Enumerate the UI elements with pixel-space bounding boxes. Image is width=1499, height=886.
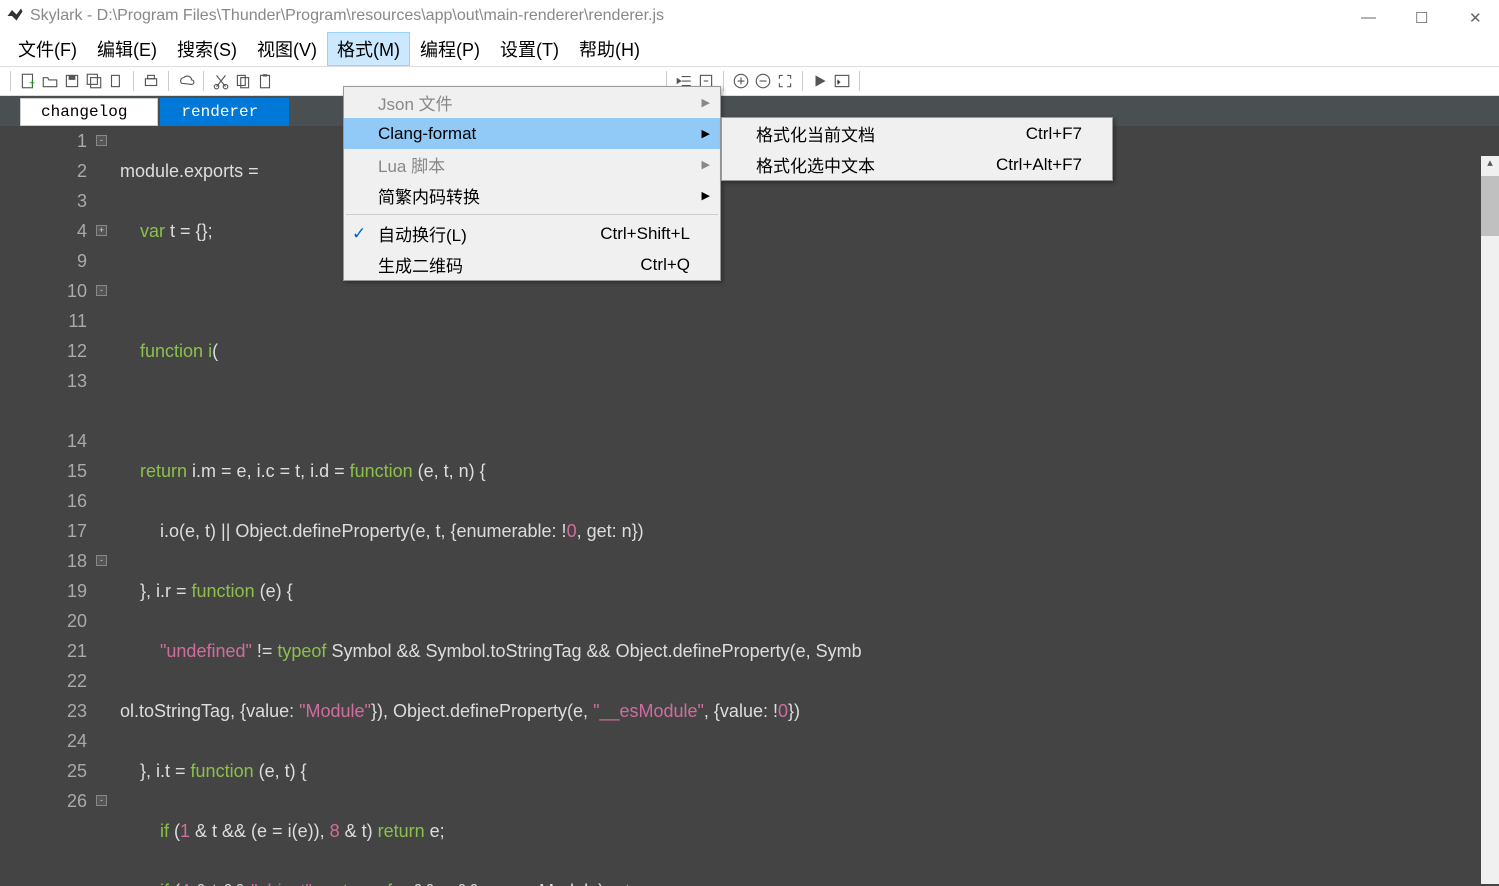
fullscreen-icon[interactable] <box>776 72 794 90</box>
menu-file[interactable]: 文件(F) <box>8 32 87 66</box>
menu-encoding-convert[interactable]: 简繁内码转换▶ <box>344 180 720 211</box>
zoom-out-icon[interactable] <box>754 72 772 90</box>
app-logo-icon <box>6 7 24 25</box>
code-area[interactable]: module.exports = var t = {}; function i(… <box>95 126 1499 886</box>
run-icon[interactable] <box>811 72 829 90</box>
menu-settings[interactable]: 设置(T) <box>490 32 569 66</box>
paste-icon[interactable] <box>256 72 274 90</box>
fold-marker[interactable]: - <box>96 795 107 806</box>
fold-marker[interactable]: - <box>96 285 107 296</box>
menu-word-wrap[interactable]: ✓自动换行(L)Ctrl+Shift+L <box>344 218 720 249</box>
vertical-scrollbar[interactable]: ▴ <box>1481 156 1499 884</box>
cut-icon[interactable] <box>212 72 230 90</box>
menu-edit[interactable]: 编辑(E) <box>87 32 167 66</box>
line-gutter: 1 2 3 4 9 10 11 12 13 14 15 16 17 18 19 … <box>0 126 95 886</box>
tab-changelog[interactable]: changelog <box>20 98 158 126</box>
window-buttons: — ☐ ✕ <box>1361 9 1493 23</box>
cloud-icon[interactable] <box>177 72 195 90</box>
window-title: Skylark - D:\Program Files\Thunder\Progr… <box>30 7 1361 25</box>
menu-view[interactable]: 视图(V) <box>247 32 327 66</box>
save-all-icon[interactable] <box>85 72 103 90</box>
fold-marker[interactable]: + <box>96 225 107 236</box>
menu-format-document[interactable]: 格式化当前文档Ctrl+F7 <box>722 118 1112 149</box>
maximize-button[interactable]: ☐ <box>1415 9 1429 23</box>
copy-icon[interactable] <box>107 72 125 90</box>
scroll-up-icon[interactable]: ▴ <box>1481 156 1499 174</box>
tab-renderer[interactable]: renderer <box>160 98 289 126</box>
new-file-icon[interactable]: + <box>19 72 37 90</box>
editor[interactable]: 1 2 3 4 9 10 11 12 13 14 15 16 17 18 19 … <box>0 126 1499 886</box>
menu-qrcode[interactable]: 生成二维码Ctrl+Q <box>344 249 720 280</box>
minimize-button[interactable]: — <box>1361 9 1375 23</box>
svg-text:+: + <box>29 79 35 90</box>
save-icon[interactable] <box>63 72 81 90</box>
menu-clang-format[interactable]: Clang-format▶ <box>344 118 720 149</box>
format-menu-dropdown: Json 文件▶ Clang-format▶ Lua 脚本▶ 简繁内码转换▶ ✓… <box>343 86 721 281</box>
print-icon[interactable] <box>142 72 160 90</box>
clang-format-submenu: 格式化当前文档Ctrl+F7 格式化选中文本Ctrl+Alt+F7 <box>721 117 1113 181</box>
close-button[interactable]: ✕ <box>1469 9 1483 23</box>
copy2-icon[interactable] <box>234 72 252 90</box>
menu-json-file[interactable]: Json 文件▶ <box>344 87 720 118</box>
menu-program[interactable]: 编程(P) <box>410 32 490 66</box>
menu-format-selection[interactable]: 格式化选中文本Ctrl+Alt+F7 <box>722 149 1112 180</box>
terminal-icon[interactable] <box>833 72 851 90</box>
menu-search[interactable]: 搜索(S) <box>167 32 247 66</box>
menu-help[interactable]: 帮助(H) <box>569 32 650 66</box>
menu-format[interactable]: 格式(M) <box>327 32 410 66</box>
open-file-icon[interactable] <box>41 72 59 90</box>
zoom-in-icon[interactable] <box>732 72 750 90</box>
titlebar: Skylark - D:\Program Files\Thunder\Progr… <box>0 0 1499 32</box>
menu-lua-script[interactable]: Lua 脚本▶ <box>344 149 720 180</box>
check-icon: ✓ <box>352 224 366 244</box>
scrollbar-thumb[interactable] <box>1481 176 1499 236</box>
menubar: 文件(F) 编辑(E) 搜索(S) 视图(V) 格式(M) 编程(P) 设置(T… <box>0 32 1499 66</box>
fold-marker[interactable]: - <box>96 555 107 566</box>
fold-marker[interactable]: - <box>96 135 107 146</box>
toolbar: + <box>0 66 1499 96</box>
